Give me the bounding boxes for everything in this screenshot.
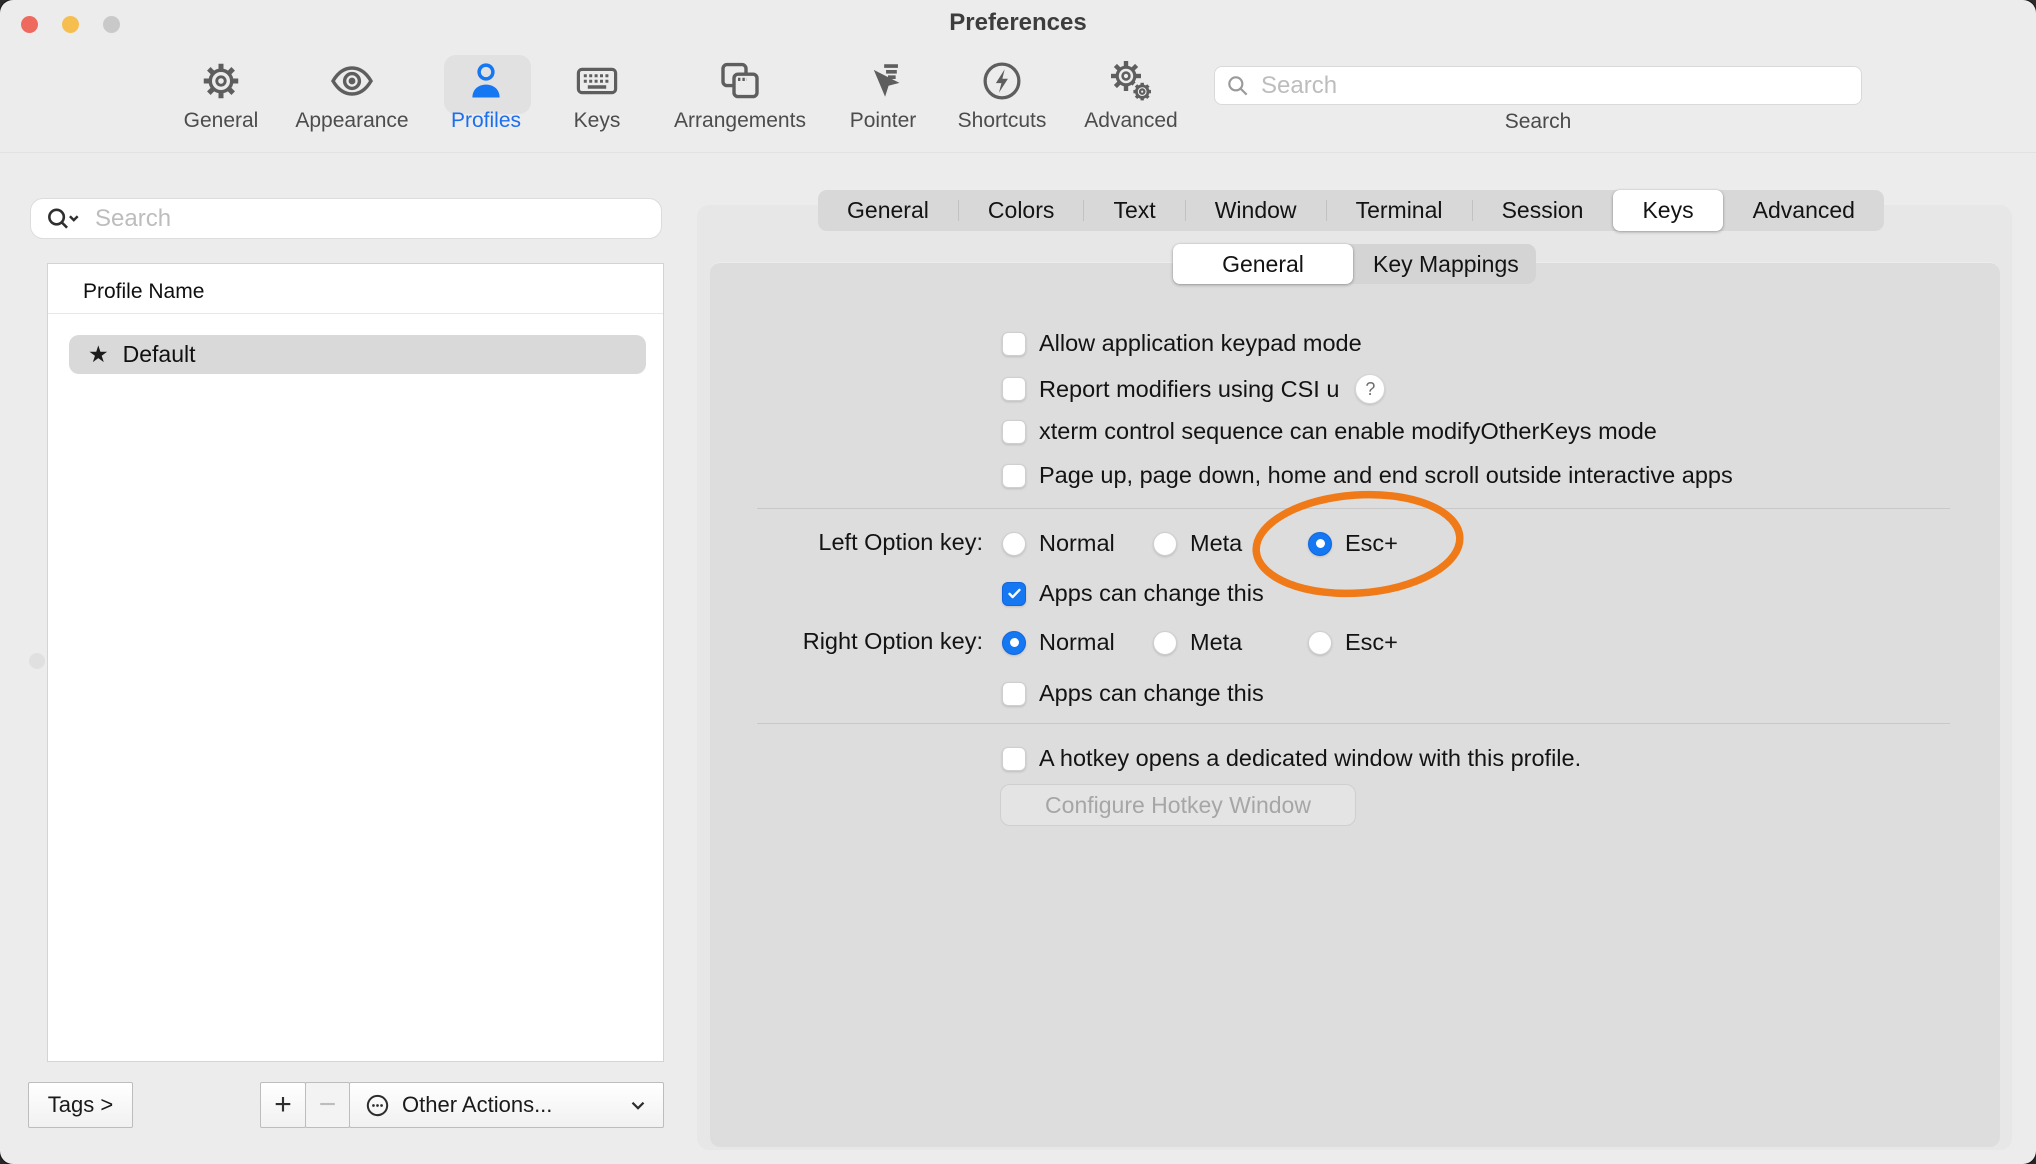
tab-terminal[interactable]: Terminal xyxy=(1327,190,1472,231)
radio-right-normal[interactable] xyxy=(1002,631,1026,655)
profile-search-input[interactable] xyxy=(93,204,649,234)
toolbar-label: Appearance xyxy=(295,109,408,133)
checkbox-row: A hotkey opens a dedicated window with t… xyxy=(1002,745,1581,772)
preferences-window: Preferences General Appearance Profiles xyxy=(0,0,2036,1164)
circle-ellipsis-icon xyxy=(364,1092,391,1119)
checkbox-page-scroll[interactable] xyxy=(1002,464,1026,488)
checkbox-row: xterm control sequence can enable modify… xyxy=(1002,418,1657,445)
radio-left-meta[interactable] xyxy=(1153,532,1177,556)
plus-icon: + xyxy=(274,1088,292,1122)
profile-row-default[interactable]: ★ Default xyxy=(69,335,646,374)
page-title: Preferences xyxy=(0,9,2036,37)
checkbox-row: Report modifiers using CSI u ? xyxy=(1002,374,1385,404)
checkbox-row: Page up, page down, home and end scroll … xyxy=(1002,462,1733,489)
checkbox-row: Allow application keypad mode xyxy=(1002,330,1362,357)
checkbox-label: A hotkey opens a dedicated window with t… xyxy=(1039,745,1581,772)
radio-group-left-option: Normal xyxy=(1002,530,1115,557)
person-icon xyxy=(461,56,511,106)
add-profile-button[interactable]: + xyxy=(260,1082,306,1128)
gear-icon xyxy=(196,56,246,106)
toolbar-label: Profiles xyxy=(451,109,521,133)
toolbar-label: Keys xyxy=(574,109,621,133)
search-icon xyxy=(1225,73,1251,99)
chevron-down-icon xyxy=(627,1094,649,1116)
checkbox-csi-u[interactable] xyxy=(1002,377,1026,401)
keys-subtab-bar: General Key Mappings xyxy=(1173,244,1536,284)
radio-right-meta[interactable] xyxy=(1153,631,1177,655)
radio-label: Meta xyxy=(1190,530,1242,557)
toolbar-label: Shortcuts xyxy=(958,109,1047,133)
tab-session[interactable]: Session xyxy=(1473,190,1613,231)
toolbar-search-input[interactable] xyxy=(1259,71,1851,101)
toolbar-search-label: Search xyxy=(1458,110,1618,134)
checkbox-row: Apps can change this xyxy=(1002,580,1264,607)
radio-label: Esc+ xyxy=(1345,530,1398,557)
radio-right-esc[interactable] xyxy=(1308,631,1332,655)
radio-label: Esc+ xyxy=(1345,629,1398,656)
list-header-separator xyxy=(48,313,663,314)
toolbar-label: General xyxy=(184,109,259,133)
profile-name: Default xyxy=(123,341,196,368)
configure-hotkey-window-button[interactable]: Configure Hotkey Window xyxy=(1000,784,1356,826)
toolbar-separator xyxy=(0,152,2036,153)
help-button[interactable]: ? xyxy=(1355,374,1385,404)
magnifier-chevron-icon xyxy=(43,204,87,234)
tab-colors[interactable]: Colors xyxy=(959,190,1084,231)
tab-advanced[interactable]: Advanced xyxy=(1724,190,1884,231)
tab-window[interactable]: Window xyxy=(1186,190,1326,231)
radio-label: Normal xyxy=(1039,629,1115,656)
checkbox-modify-other-keys[interactable] xyxy=(1002,420,1026,444)
checkbox-label: Apps can change this xyxy=(1039,680,1264,707)
section-divider xyxy=(757,723,1950,724)
checkbox-label: Report modifiers using CSI u xyxy=(1039,376,1339,403)
tags-button[interactable]: Tags > xyxy=(28,1082,133,1128)
checkbox-label: xterm control sequence can enable modify… xyxy=(1039,418,1657,445)
subtab-general[interactable]: General xyxy=(1173,244,1353,284)
checkbox-label: Allow application keypad mode xyxy=(1039,330,1362,357)
minus-icon: − xyxy=(319,1088,337,1122)
checkbox-left-apps-can-change[interactable] xyxy=(1002,582,1026,606)
tab-keys[interactable]: Keys xyxy=(1613,190,1722,231)
tab-general[interactable]: General xyxy=(818,190,958,231)
section-divider xyxy=(757,508,1950,509)
toolbar-item-advanced[interactable]: Advanced xyxy=(1046,56,1216,133)
profile-search-field[interactable] xyxy=(30,198,662,239)
star-icon: ★ xyxy=(88,341,109,368)
radio-left-normal[interactable] xyxy=(1002,532,1026,556)
radio-left-esc[interactable] xyxy=(1308,532,1332,556)
keyboard-icon xyxy=(572,56,622,106)
checkbox-hotkey-window[interactable] xyxy=(1002,747,1026,771)
other-actions-dropdown[interactable]: Other Actions... xyxy=(349,1082,664,1128)
radio-label: Meta xyxy=(1190,629,1242,656)
checkbox-right-apps-can-change[interactable] xyxy=(1002,682,1026,706)
checkbox-label: Page up, page down, home and end scroll … xyxy=(1039,462,1733,489)
tags-button-label: Tags > xyxy=(48,1092,113,1118)
subtab-key-mappings[interactable]: Key Mappings xyxy=(1353,244,1539,284)
radio-label: Normal xyxy=(1039,530,1115,557)
radio-group-right-option: Normal xyxy=(1002,629,1115,656)
right-option-key-label: Right Option key: xyxy=(700,629,983,653)
left-option-key-label: Left Option key: xyxy=(700,530,983,554)
toolbar-search-field[interactable] xyxy=(1214,66,1862,105)
profile-list-header: Profile Name xyxy=(83,280,204,304)
toolbar-label: Arrangements xyxy=(674,109,806,133)
checkbox-row: Apps can change this xyxy=(1002,680,1264,707)
toolbar-label: Pointer xyxy=(850,109,917,133)
bolt-circle-icon xyxy=(977,56,1027,106)
cursor-icon xyxy=(858,56,908,106)
gears-icon xyxy=(1106,56,1156,106)
other-actions-label: Other Actions... xyxy=(402,1092,552,1118)
windows-icon xyxy=(715,56,765,106)
tab-text[interactable]: Text xyxy=(1084,190,1184,231)
checkbox-keypad-mode[interactable] xyxy=(1002,332,1026,356)
toolbar-label: Advanced xyxy=(1084,109,1177,133)
profile-list: Profile Name ★ Default xyxy=(47,263,664,1062)
profile-tab-bar: General Colors Text Window Terminal Sess… xyxy=(818,190,1884,231)
eye-icon xyxy=(327,56,377,106)
remove-profile-button[interactable]: − xyxy=(305,1082,350,1128)
checkbox-label: Apps can change this xyxy=(1039,580,1264,607)
splitter-handle[interactable] xyxy=(29,653,45,669)
